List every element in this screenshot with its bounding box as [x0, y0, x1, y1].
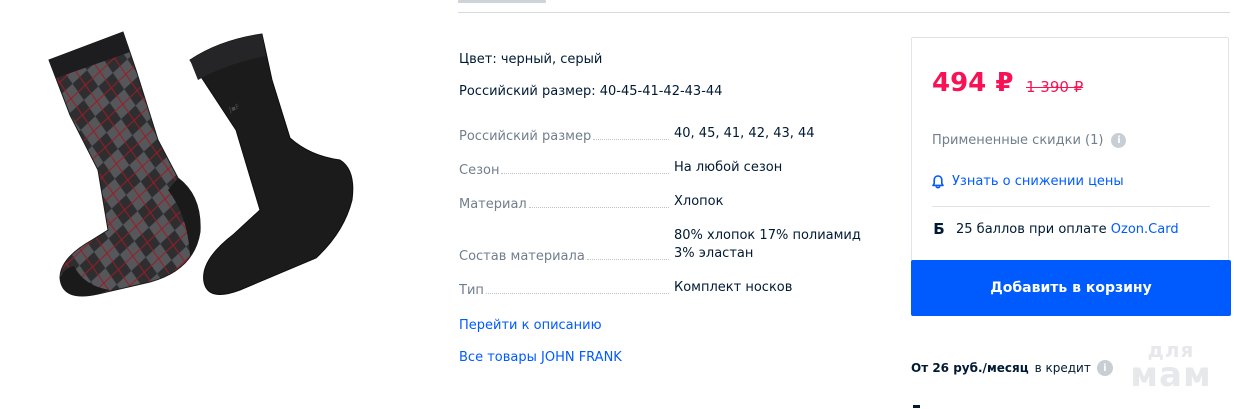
attribute-key: Цвет:: [459, 52, 497, 67]
applied-discounts[interactable]: Примененные скидки (1) i: [932, 133, 1127, 148]
attribute-size: Российский размер: 40-45-41-42-43-44: [459, 84, 722, 99]
spec-value: 40, 45, 41, 42, 43, 44: [674, 126, 815, 141]
breadcrumb-remnant: [458, 0, 546, 3]
watermark-line1: для: [1147, 338, 1195, 362]
spec-key: Материал: [459, 197, 529, 212]
spec-key: Тип: [459, 283, 486, 298]
spec-key: Российский размер: [459, 129, 594, 144]
current-price: 494 ₽: [932, 68, 1014, 98]
top-divider: [458, 12, 1230, 13]
attribute-value: 40-45-41-42-43-44: [599, 84, 723, 99]
price-card: 494 ₽ 1 390 ₽ Примененные скидки (1) i У…: [911, 37, 1231, 316]
watermark-logo: для мам: [1124, 340, 1218, 392]
ozon-card-icon: Б: [933, 220, 945, 238]
spec-key: Состав материала: [459, 249, 587, 264]
black-sock: [189, 33, 354, 295]
product-image[interactable]: J▪F: [40, 20, 380, 310]
spec-row-season: Сезон На любой сезон: [459, 158, 879, 178]
spec-dots: [593, 139, 669, 140]
spec-row-composition: Состав материала 80% хлопок 17% полиамид…: [459, 228, 879, 264]
old-price: 1 390 ₽: [1026, 78, 1084, 96]
credit-suffix: в кредит: [1034, 361, 1091, 375]
socks-illustration: J▪F: [48, 31, 354, 297]
card-divider: [932, 206, 1210, 207]
spec-dots: [528, 207, 669, 208]
bonus-label: 25 баллов при оплате: [956, 221, 1111, 237]
spec-dots: [501, 173, 669, 174]
spec-value: Комплект носков: [674, 280, 793, 295]
info-icon[interactable]: i: [1096, 360, 1113, 376]
watermark-line2: мам: [1130, 355, 1212, 395]
spec-row-material: Материал Хлопок: [459, 192, 879, 212]
cut-off-text: [913, 405, 920, 408]
spec-dots: [485, 293, 669, 294]
info-icon[interactable]: i: [1111, 133, 1127, 148]
spec-row-size: Российский размер 40, 45, 41, 42, 43, 44: [459, 124, 879, 144]
credit-offer[interactable]: От 26 руб./месяц в кредит i: [911, 360, 1113, 376]
spec-key: Сезон: [459, 163, 502, 178]
price-drop-notify-link[interactable]: Узнать о снижении цены: [932, 174, 1124, 189]
description-link[interactable]: Перейти к описанию: [459, 318, 602, 333]
attribute-value: черный, серый: [500, 52, 603, 67]
product-page: J▪F Цвет: черный, серый Российский разме…: [0, 0, 1234, 409]
spec-value: Хлопок: [674, 194, 724, 209]
applied-discounts-label: Примененные скидки (1): [932, 133, 1104, 148]
add-to-cart-button[interactable]: Добавить в корзину: [911, 260, 1231, 316]
spec-dots: [586, 259, 669, 260]
attribute-key: Российский размер:: [459, 84, 596, 99]
spec-row-type: Тип Комплект носков: [459, 278, 879, 298]
credit-amount: От 26 руб./месяц: [911, 361, 1029, 375]
bell-icon: [932, 174, 944, 188]
bonus-points: Б 25 баллов при оплате Ozon.Card: [932, 220, 1179, 238]
ozon-card-link[interactable]: Ozon.Card: [1111, 222, 1179, 237]
price-drop-notify-label: Узнать о снижении цены: [952, 174, 1124, 189]
bonus-text: 25 баллов при оплате Ozon.Card: [956, 222, 1179, 237]
attribute-color: Цвет: черный, серый: [459, 52, 602, 67]
spec-value: На любой сезон: [674, 160, 783, 175]
brand-all-link[interactable]: Все товары JOHN FRANK: [459, 350, 622, 365]
spec-value: 80% хлопок 17% полиамид 3% эластан: [674, 228, 861, 261]
